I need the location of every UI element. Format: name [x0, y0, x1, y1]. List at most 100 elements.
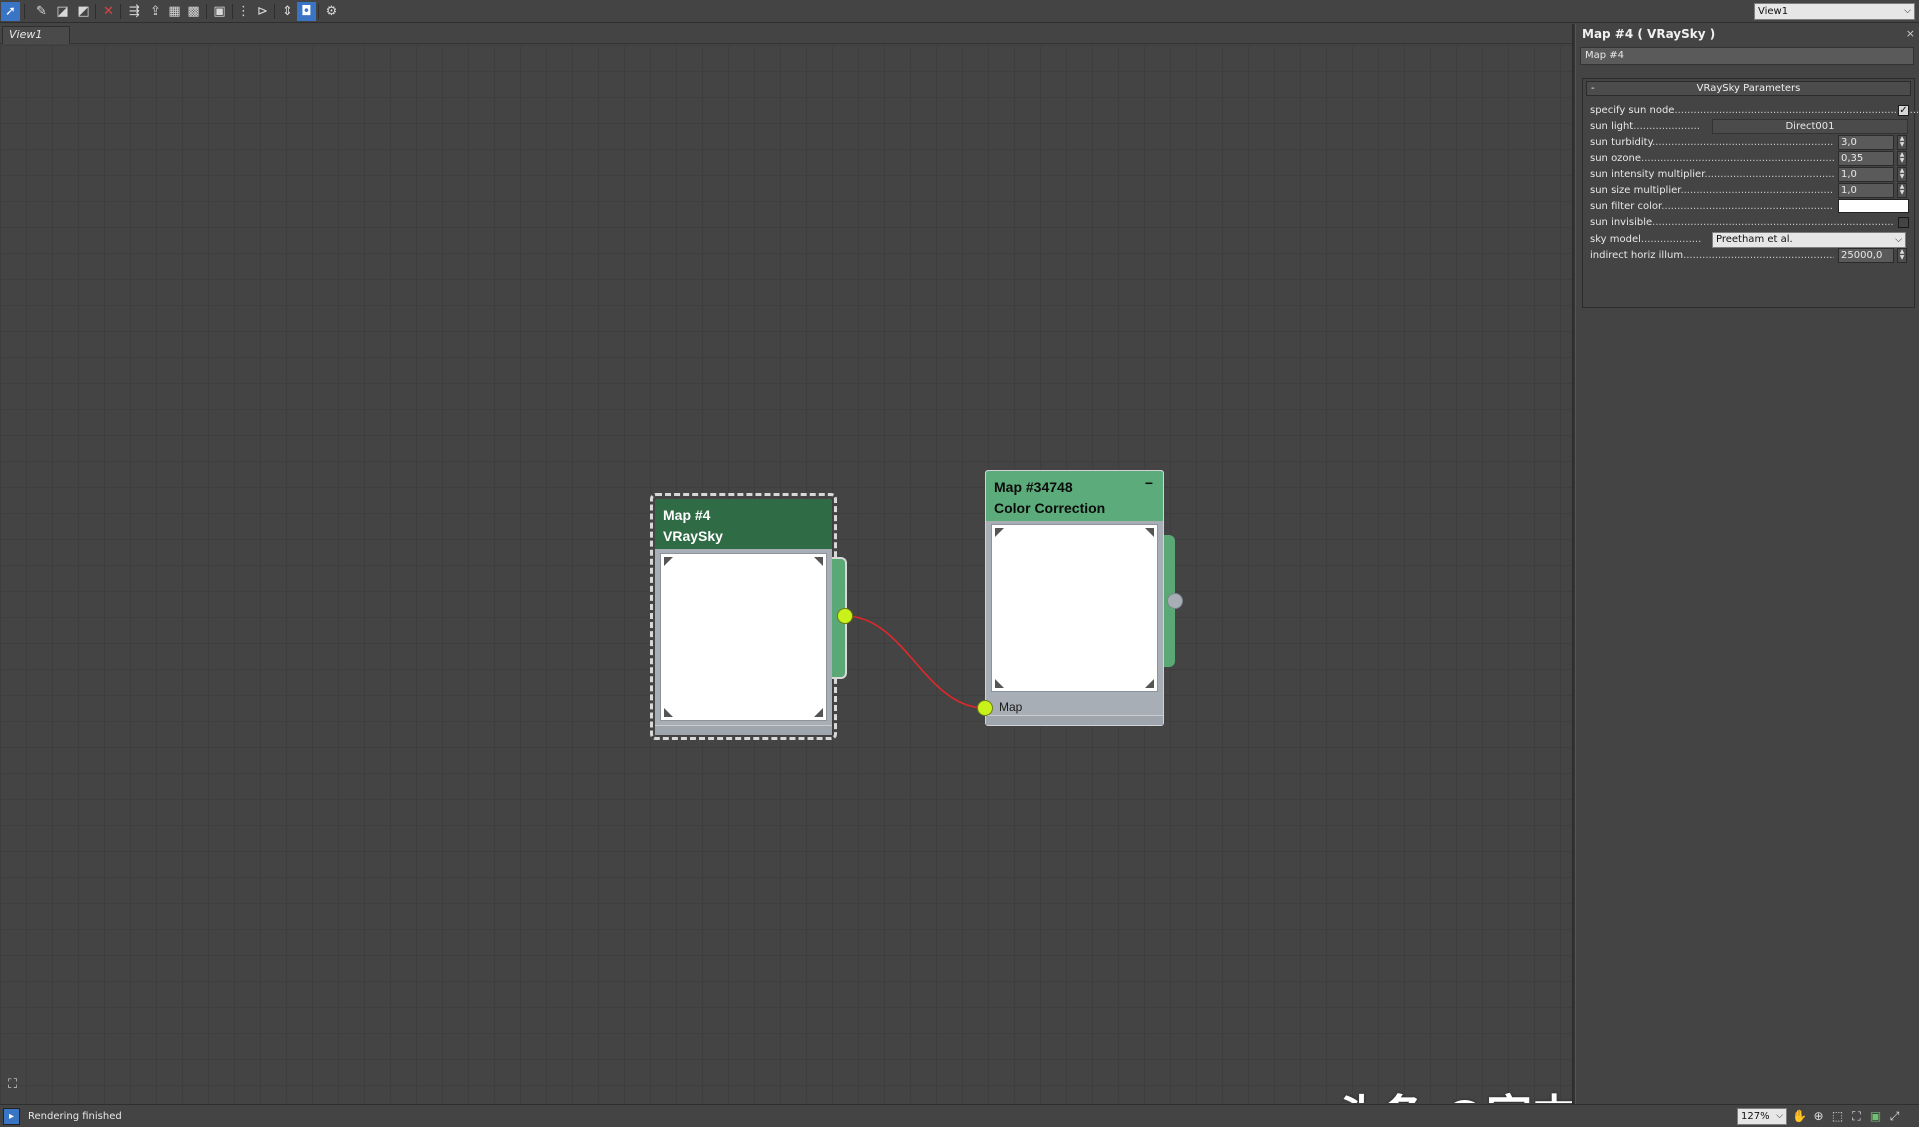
leader-dots: ........................................… [1683, 250, 1834, 261]
output-socket[interactable] [837, 608, 853, 624]
preview-sphere-icon[interactable]: ▣ [210, 2, 229, 21]
leader-dots: ................... [1640, 234, 1702, 245]
input-slot-label: Map [999, 700, 1023, 714]
hide-unused-icon[interactable]: ⇕ [278, 2, 297, 21]
param-label: sun ozone...............................… [1590, 150, 1834, 167]
corner-marker [995, 679, 1004, 688]
node-type: Color Correction [994, 500, 1106, 516]
sun-intensity-multiplier-field[interactable]: 1,0 [1838, 167, 1894, 182]
toolbar-separator [95, 4, 96, 19]
toolbar-separator [206, 4, 207, 19]
node-name: Map #4 [663, 507, 711, 523]
node-preview [991, 524, 1158, 692]
binoculars-icon[interactable]: ⛶ [8, 1077, 17, 1092]
connection-wire[interactable] [844, 615, 986, 709]
param-specify-sun-node: specify sun node........................… [1590, 102, 1919, 119]
zoom-value: 127% [1741, 1111, 1770, 1122]
param-label-text: sky model [1590, 234, 1641, 245]
param-label: indirect horiz illum....................… [1590, 247, 1834, 264]
layout-all-icon[interactable]: ⇪ [146, 2, 165, 21]
node-header[interactable]: Map #34748 Color Correction − [986, 471, 1163, 521]
show-map-icon[interactable]: ▦ [165, 2, 184, 21]
zoom-extents-icon[interactable]: ⛶ [1848, 1108, 1865, 1125]
pan-hand-icon[interactable]: ✋ [1791, 1108, 1808, 1125]
options-icon[interactable]: ⚙ [322, 2, 341, 21]
collapse-icon[interactable]: - [1591, 82, 1595, 95]
minimize-button[interactable]: − [1145, 473, 1153, 494]
select-arrow-icon[interactable]: ➚ [1, 2, 20, 21]
toolbar-separator [318, 4, 319, 19]
leader-dots: ........................................… [1652, 217, 1894, 228]
chevron-down-icon: ⌵ [1904, 6, 1911, 16]
leader-dots: ........................................… [1661, 201, 1834, 212]
param-label-text: sun size multiplier [1590, 185, 1681, 196]
param-label: sun filter color........................… [1590, 198, 1834, 215]
status-bar: ▸ Rendering finished 127% ⌵ ✋ ⊕ ⬚ ⛶ ▣ ⤢ [0, 1104, 1919, 1127]
view-select[interactable]: View1 ⌵ [1754, 3, 1915, 20]
indirect-horiz-illum-field[interactable]: 25000,0 [1838, 248, 1894, 263]
param-sun-light: sun light..................... Direct001 [1590, 118, 1910, 135]
render-icon[interactable]: ▸ [3, 1108, 20, 1125]
zoom-select[interactable]: 127% ⌵ [1737, 1108, 1787, 1125]
panel-splitter[interactable] [1572, 24, 1576, 1104]
node-color-correction[interactable]: Map #34748 Color Correction − Map [985, 470, 1164, 726]
sky-model-dropdown[interactable]: Preetham et al. ⌵ [1712, 232, 1906, 248]
param-label-text: sun intensity multiplier [1590, 169, 1705, 180]
param-label: sun intensity multiplier................… [1590, 166, 1834, 183]
param-label: sun size multiplier.....................… [1590, 182, 1834, 199]
close-icon[interactable]: × [1906, 27, 1915, 40]
toolbar-separator [274, 4, 275, 19]
spinner-arrows-icon[interactable]: ▲ ▼ [1897, 135, 1907, 150]
node-view-canvas[interactable]: Map #4 VRaySky Map #34748 Color Correcti… [0, 45, 1572, 1103]
rollout-header[interactable]: - VRaySky Parameters [1586, 81, 1911, 96]
spinner-arrows-icon[interactable]: ▲ ▼ [1897, 248, 1907, 263]
param-sun-invisible: sun invisible...........................… [1590, 214, 1910, 231]
spinner-arrows-icon[interactable]: ▲ ▼ [1897, 167, 1907, 182]
sun-turbidity-field[interactable]: 3,0 [1838, 135, 1894, 150]
input-socket[interactable] [977, 700, 993, 716]
checker-icon[interactable]: ▩ [184, 2, 203, 21]
rollout-title: VRaySky Parameters [1696, 83, 1801, 94]
pan-to-selected-icon[interactable]: ⤢ [1886, 1108, 1903, 1125]
assign-material-icon[interactable]: ◪ [53, 2, 72, 21]
tab-view1[interactable]: View1 [2, 26, 70, 44]
select-node-mode-icon[interactable]: ◘ [297, 2, 316, 21]
sun-size-multiplier-field[interactable]: 1,0 [1838, 183, 1894, 198]
zoom-extents-selected-icon[interactable]: ▣ [1867, 1108, 1884, 1125]
layout-vertical-icon[interactable]: ⋮ [234, 2, 253, 21]
specify-sun-node-checkbox[interactable]: ✓ [1898, 105, 1909, 116]
sun-ozone-field[interactable]: 0,35 [1838, 151, 1894, 166]
chevron-down-icon: ⌵ [1776, 1111, 1783, 1121]
status-text: Rendering finished [28, 1111, 122, 1122]
param-label-text: sun ozone [1590, 153, 1642, 164]
sun-invisible-checkbox[interactable] [1898, 217, 1909, 228]
parameter-editor: Map #4 ( VRaySky ) × Map #4 - VRaySky Pa… [1577, 24, 1919, 1104]
param-label: sun turbidity...........................… [1590, 134, 1834, 151]
sky-model-value: Preetham et al. [1716, 234, 1793, 245]
zoom-icon[interactable]: ⊕ [1810, 1108, 1827, 1125]
zoom-region-icon[interactable]: ⬚ [1829, 1108, 1846, 1125]
leader-dots: ........................................… [1641, 153, 1834, 164]
delete-icon[interactable]: ✕ [99, 2, 118, 21]
sun-filter-color-swatch[interactable] [1838, 199, 1909, 213]
leader-dots: ........................................… [1704, 169, 1834, 180]
corner-marker [814, 708, 823, 717]
node-vraysky[interactable]: Map #4 VRaySky [655, 499, 832, 735]
eyedropper-icon[interactable]: ✎ [32, 2, 51, 21]
layout-horizontal-icon[interactable]: ⊳ [253, 2, 272, 21]
param-label-text: sun light [1590, 121, 1634, 132]
param-label-text: sun filter color [1590, 201, 1662, 212]
node-header[interactable]: Map #4 VRaySky [655, 499, 832, 549]
spinner-arrows-icon[interactable]: ▲ ▼ [1897, 183, 1907, 198]
param-sun-filter-color: sun filter color........................… [1590, 198, 1910, 215]
param-label-text: indirect horiz illum [1590, 250, 1684, 261]
output-socket[interactable] [1167, 593, 1183, 609]
vraysky-parameters-rollout: - VRaySky Parameters specify sun node...… [1582, 78, 1919, 308]
put-to-library-icon[interactable]: ◩ [74, 2, 93, 21]
material-name-field[interactable]: Map #4 [1580, 47, 1914, 65]
sun-light-button[interactable]: Direct001 [1712, 119, 1908, 134]
param-label: sky model................... [1590, 231, 1708, 248]
param-label: sun invisible...........................… [1590, 214, 1894, 231]
spinner-arrows-icon[interactable]: ▲ ▼ [1897, 151, 1907, 166]
move-children-icon[interactable]: ⇶ [125, 2, 144, 21]
